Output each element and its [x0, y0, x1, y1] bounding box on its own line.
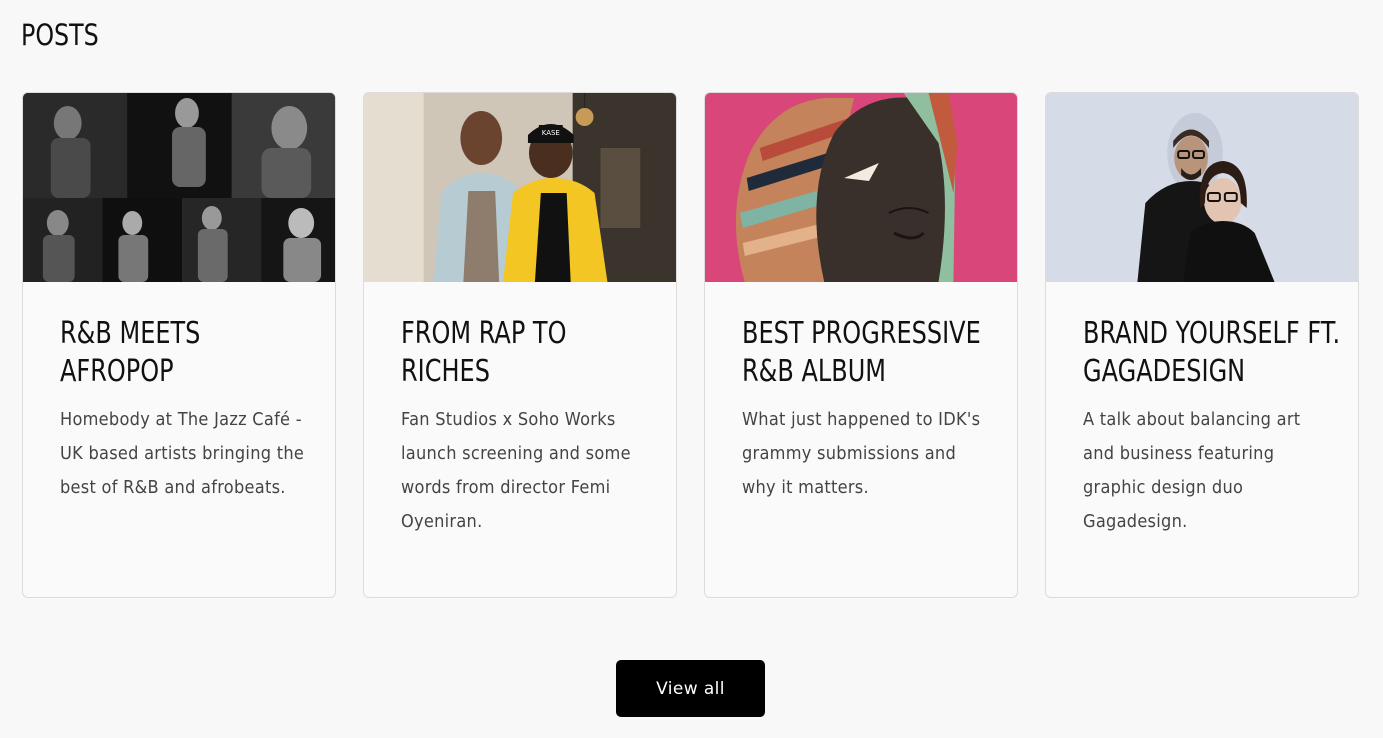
post-body: R&B MEETS AFROPOP Homebody at The Jazz C…	[60, 315, 310, 505]
post-title[interactable]: BEST PROGRESSIVE R&B ALBUM	[742, 315, 1002, 391]
post-card-rnb-meets-afropop[interactable]: R&B MEETS AFROPOP Homebody at The Jazz C…	[22, 92, 336, 598]
post-body: BEST PROGRESSIVE R&B ALBUM What just hap…	[742, 315, 992, 505]
section-title: POSTS	[21, 18, 99, 52]
post-body: FROM RAP TO RICHES Fan Studios x Soho Wo…	[401, 315, 651, 539]
view-all-button[interactable]: View all	[616, 660, 765, 717]
post-card-best-progressive-rnb-album[interactable]: BEST PROGRESSIVE R&B ALBUM What just hap…	[704, 92, 1018, 598]
cap-text: KASE	[542, 129, 560, 137]
post-card-brand-yourself[interactable]: BRAND YOURSELF FT. GAGADESIGN A talk abo…	[1045, 92, 1359, 598]
post-title[interactable]: BRAND YOURSELF FT. GAGADESIGN	[1083, 315, 1343, 391]
post-image-performers-collage[interactable]	[23, 93, 335, 282]
post-image-two-men-portrait[interactable]: KASE	[364, 93, 676, 282]
post-title[interactable]: R&B MEETS AFROPOP	[60, 315, 320, 391]
posts-grid: R&B MEETS AFROPOP Homebody at The Jazz C…	[22, 92, 1360, 600]
post-image-abstract-mask-painting[interactable]	[705, 93, 1017, 282]
post-excerpt: Homebody at The Jazz Café - UK based art…	[60, 409, 305, 498]
post-title[interactable]: FROM RAP TO RICHES	[401, 315, 661, 391]
post-excerpt: A talk about balancing art and business …	[1083, 409, 1301, 532]
post-body: BRAND YOURSELF FT. GAGADESIGN A talk abo…	[1083, 315, 1340, 539]
post-excerpt: What just happened to IDK's grammy submi…	[742, 409, 981, 498]
post-excerpt: Fan Studios x Soho Works launch screenin…	[401, 409, 631, 532]
post-image-design-duo-portrait[interactable]	[1046, 93, 1358, 282]
post-card-from-rap-to-riches[interactable]: KASE FROM RAP TO RICHES Fan Studios x So…	[363, 92, 677, 598]
